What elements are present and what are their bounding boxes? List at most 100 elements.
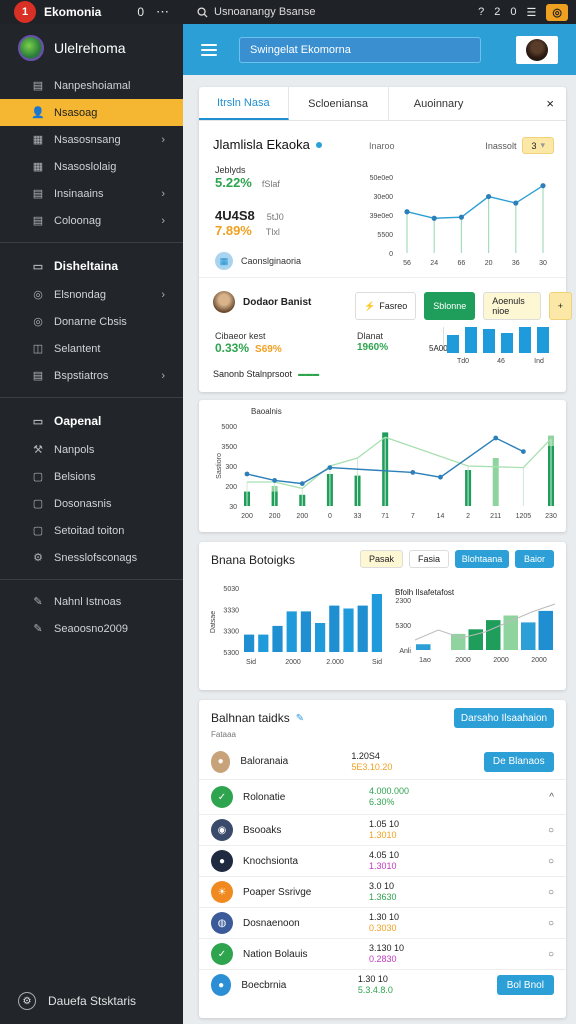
y-tick-label: 30: [229, 504, 237, 511]
pill-secondary[interactable]: Baior: [514, 550, 554, 568]
sidebar-item-3[interactable]: ▦ Nsasoslolaig: [0, 153, 183, 180]
row-name: Bsooaks: [243, 824, 282, 836]
card-link[interactable]: ▦ Caonslginaoria: [215, 252, 301, 270]
sidebar-item-1[interactable]: 👤 Nsasoag: [0, 99, 183, 126]
row-change: 0.2830: [369, 954, 397, 964]
sidebar-item-label: Nahnl Istnoas: [54, 595, 122, 608]
status-icon[interactable]: 0: [510, 6, 516, 18]
radio-button[interactable]: ○: [548, 825, 554, 836]
table-row[interactable]: ● Knochsionta 4.05 10 1.3010 ○: [199, 845, 566, 876]
data-point: [520, 449, 526, 454]
sidebar-item-gen-4[interactable]: ⚙ Snesslofsconags: [0, 544, 183, 571]
sidebar-item-4[interactable]: ▤ Insinaains ›: [0, 180, 183, 207]
sidebar-item-2[interactable]: ▦ Nsasosnsang ›: [0, 126, 183, 153]
pill-select[interactable]: Sblonne: [424, 292, 476, 320]
row-values: 1.30 10 0.3030: [369, 912, 519, 934]
radio-button[interactable]: ○: [548, 949, 554, 960]
pill-period[interactable]: Pasak: [359, 550, 403, 568]
person[interactable]: Dodaor Banist: [213, 291, 311, 313]
card-subtitle: Inaroo: [369, 141, 395, 151]
sidebar-item-gen-2[interactable]: ▢ Dosonasnis: [0, 490, 183, 517]
folder-icon: ▭: [32, 260, 44, 273]
x-tick-label: 24: [430, 260, 438, 267]
top-search[interactable]: Usnoanangy Bsanse: [183, 6, 478, 18]
messages-icon[interactable]: 2: [494, 6, 500, 18]
edit-icon[interactable]: ✎: [296, 713, 304, 724]
row-change: 1.3010: [369, 830, 397, 840]
pill-add[interactable]: +: [548, 292, 573, 320]
filter-select[interactable]: 3 ▾: [522, 137, 554, 154]
close-icon[interactable]: ×: [546, 87, 566, 120]
y-tick-label: Anli: [399, 648, 411, 655]
data-point: [458, 214, 464, 220]
sidebar-item-dash-1[interactable]: ◎ Donarne Cbsis: [0, 308, 183, 335]
pill-primary[interactable]: Blohtaana: [454, 550, 509, 568]
sidebar-item-0[interactable]: ▤ Nanpeshoiamal: [0, 72, 183, 99]
table-row[interactable]: ● Baloranaia 1.20S4 5E3.10.20 De Blanaos: [199, 744, 566, 779]
user-avatar[interactable]: [516, 35, 558, 64]
bar: [483, 329, 495, 353]
header-search-input[interactable]: Swingelat Ekomorna: [239, 36, 481, 63]
table-row[interactable]: ◍ Dosnaenoon 1.30 10 0.3030 ○: [199, 907, 566, 938]
sidebar-item-label: Nsasoslolaig: [54, 160, 117, 173]
app-logo-icon[interactable]: 1: [14, 1, 36, 23]
row-action-button[interactable]: De Blanaos: [483, 751, 554, 772]
sidebar-section-dashboards[interactable]: ▭ Disheltaina: [0, 251, 183, 281]
sidebar-item-5[interactable]: ▤ Coloonag ›: [0, 207, 183, 234]
sidebar-item-dash-2[interactable]: ◫ Selantent: [0, 335, 183, 362]
sidebar-profile[interactable]: Ulelrehoma: [0, 24, 183, 72]
menu-icon[interactable]: ☰: [527, 6, 537, 19]
table-row[interactable]: ◉ Bsooaks 1.05 10 1.3010 ○: [199, 814, 566, 845]
row-values: 4.000.000 6.30%: [369, 786, 519, 808]
tab-summary[interactable]: Auoinnary: [389, 87, 489, 120]
y-tick-label: 200: [225, 484, 237, 491]
pill-sort[interactable]: Aoenuls nioe: [483, 292, 541, 320]
sidebar-item-gen-1[interactable]: ▢ Belsions: [0, 463, 183, 490]
list-card: Balhnan taidks ✎ Fataaa Darsaho Ilsaahai…: [199, 700, 566, 1018]
sidebar-item-dash-0[interactable]: ◎ Elsnondag ›: [0, 281, 183, 308]
info-icon[interactable]: [315, 141, 322, 148]
x-tick-label: 200: [241, 513, 253, 520]
sidebar-item-extra-1[interactable]: ✎ Seaoosno2009: [0, 615, 183, 642]
radio-button[interactable]: ○: [548, 887, 554, 898]
y-tick-label: 5030: [223, 586, 239, 593]
sidebar-item-dash-3[interactable]: ▤ Bspstiatros ›: [0, 362, 183, 389]
help-icon[interactable]: ?: [478, 6, 484, 18]
sidebar-item-gen-3[interactable]: ▢ Setoitad toiton: [0, 517, 183, 544]
more-icon[interactable]: ⋯: [156, 4, 183, 20]
pill-filter[interactable]: Fasia: [408, 550, 449, 568]
table-row[interactable]: ● Boecbrnia 1.30 10 5.3.4.8.0 Bol Bnol: [199, 969, 566, 1000]
radio-button[interactable]: ○: [548, 918, 554, 929]
data-point: [431, 215, 437, 221]
x-tick-label: 71: [381, 513, 389, 520]
filter[interactable]: Inassolt 3 ▾: [485, 137, 554, 154]
top-action-button[interactable]: Darsaho Ilsaahaion: [454, 708, 554, 728]
data-point: [327, 465, 333, 470]
bar: [501, 333, 513, 353]
hamburger-icon[interactable]: [201, 43, 217, 56]
row-action-button[interactable]: Bol Bnol: [496, 975, 554, 995]
row-name: Nation Bolauis: [243, 948, 308, 960]
sidebar-item-gen-0[interactable]: ⚒ Nanpols: [0, 436, 183, 463]
monitor-icon: ▭: [32, 415, 44, 428]
data-point: [404, 209, 410, 215]
tab-scenarios[interactable]: Scloeniansa: [289, 87, 389, 120]
notification-icon[interactable]: 0: [137, 5, 148, 19]
sidebar-item-extra-0[interactable]: ✎ Nahnl Istnoas: [0, 588, 183, 615]
chevron-up-icon[interactable]: ^: [549, 792, 554, 803]
sidebar-footer[interactable]: ⚙ Dauefa Stsktaris: [18, 992, 136, 1010]
radio-button[interactable]: ○: [548, 856, 554, 867]
table-row[interactable]: ✓ Nation Bolauis 3.130 10 0.2830 ○: [199, 938, 566, 969]
data-point: [540, 183, 546, 189]
tab-overview[interactable]: Itrsln Nasa: [199, 87, 289, 120]
data-point: [410, 470, 416, 475]
stat-note: Tlxl: [265, 227, 280, 237]
sidebar-item-label: Nanpeshoiamal: [54, 79, 131, 92]
table-row[interactable]: ✓ Rolonatie 4.000.000 6.30% ^: [199, 779, 566, 814]
x-tick-label: 2000: [285, 659, 301, 666]
item-icon: ⚙: [33, 552, 43, 564]
pill-feature[interactable]: ⚡ Fasreo: [355, 292, 417, 320]
sidebar-section-general[interactable]: ▭ Oapenal: [0, 406, 183, 436]
table-row[interactable]: ☀ Poaper Ssrivge 3.0 10 1.3630 ○: [199, 876, 566, 907]
account-badge[interactable]: ◎: [546, 3, 568, 21]
